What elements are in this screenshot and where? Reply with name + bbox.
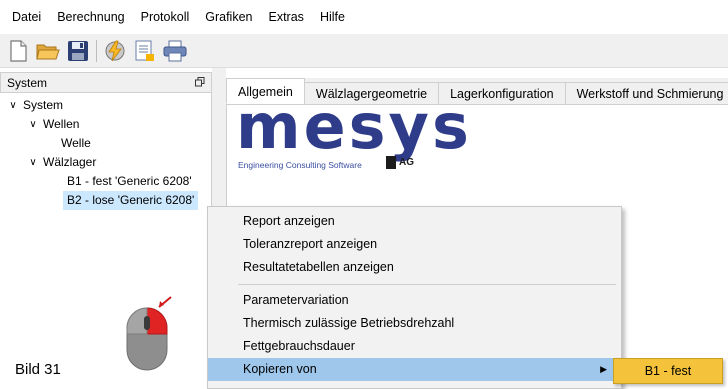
menu-separator	[238, 284, 616, 285]
tree-item-waelzlager[interactable]: ∨ Wälzlager	[26, 153, 99, 172]
tree-item-welle[interactable]: Welle	[58, 134, 94, 153]
restore-window-icon[interactable]	[195, 76, 205, 90]
print-icon[interactable]	[163, 39, 187, 63]
tree-item-wellen[interactable]: ∨ Wellen	[26, 115, 82, 134]
menu-item-kopieren-von[interactable]: Kopieren von ▶	[208, 358, 621, 381]
open-folder-icon[interactable]	[36, 39, 60, 63]
logo-ag: AG	[386, 156, 414, 169]
menu-bar: Datei Berechnung Protokoll Grafiken Extr…	[0, 0, 728, 34]
menu-datei[interactable]: Datei	[4, 0, 49, 34]
menu-extras[interactable]: Extras	[261, 0, 312, 34]
mouse-right-click-icon	[126, 296, 172, 372]
figure-caption: Bild 31	[15, 361, 61, 378]
submenu-item-b1-fest[interactable]: B1 - fest	[613, 358, 723, 384]
toolbar	[0, 34, 728, 68]
tree-label: B1 - fest 'Generic 6208'	[67, 174, 192, 188]
menu-berechnung[interactable]: Berechnung	[49, 0, 132, 34]
menu-item-label: Kopieren von	[243, 362, 317, 376]
toolbar-separator	[96, 39, 97, 62]
report-icon[interactable]	[133, 39, 157, 63]
logo-ag-text: AG	[399, 157, 414, 168]
mesys-logo: mesys Engineering Consulting Software AG	[236, 96, 469, 176]
tab-werkstoff-und-schmierung[interactable]: Werkstoff und Schmierung	[564, 82, 728, 104]
logo-subtitle: Engineering Consulting Software	[238, 160, 362, 170]
menu-item-report-anzeigen[interactable]: Report anzeigen	[208, 210, 621, 233]
menu-item-resultatetabellen-anzeigen[interactable]: Resultatetabellen anzeigen	[208, 256, 621, 279]
tree-label: Wellen	[43, 117, 80, 131]
save-disk-icon[interactable]	[66, 39, 90, 63]
system-tree: ∨ System ∨ Wellen Welle ∨ Wälzlager B1 -…	[0, 93, 212, 389]
menu-hilfe[interactable]: Hilfe	[312, 0, 353, 34]
calculate-lightning-icon[interactable]	[103, 39, 127, 63]
logo-block-icon	[386, 156, 396, 169]
chevron-down-icon[interactable]: ∨	[26, 153, 40, 172]
system-panel-header: System	[0, 72, 212, 93]
submenu-arrow-icon: ▶	[600, 364, 607, 374]
tree-label: System	[23, 98, 64, 112]
menu-item-thermisch-zulaessige-betriebsdrehzahl[interactable]: Thermisch zulässige Betriebsdrehzahl	[208, 312, 621, 335]
tree-label: Wälzlager	[43, 155, 97, 169]
chevron-down-icon[interactable]: ∨	[26, 115, 40, 134]
menu-item-parametervariation[interactable]: Parametervariation	[208, 289, 621, 312]
logo-wordmark: mesys	[236, 90, 472, 163]
tree-label: Welle	[61, 136, 91, 150]
tree-item-b2[interactable]: B2 - lose 'Generic 6208'	[63, 191, 199, 210]
tree-item-b1[interactable]: B1 - fest 'Generic 6208'	[64, 172, 195, 191]
menu-protokoll[interactable]: Protokoll	[133, 0, 198, 34]
menu-item-fettgebrauchsdauer[interactable]: Fettgebrauchsdauer	[208, 335, 621, 358]
panel-title: System	[7, 75, 48, 90]
menu-grafiken[interactable]: Grafiken	[197, 0, 260, 34]
chevron-down-icon[interactable]: ∨	[6, 96, 20, 115]
tree-item-system[interactable]: ∨ System	[6, 96, 66, 115]
tree-label: B2 - lose 'Generic 6208'	[63, 191, 199, 210]
context-menu: Report anzeigen Toleranzreport anzeigen …	[207, 206, 622, 389]
menu-item-toleranzreport-anzeigen[interactable]: Toleranzreport anzeigen	[208, 233, 621, 256]
new-document-icon[interactable]	[6, 39, 30, 63]
